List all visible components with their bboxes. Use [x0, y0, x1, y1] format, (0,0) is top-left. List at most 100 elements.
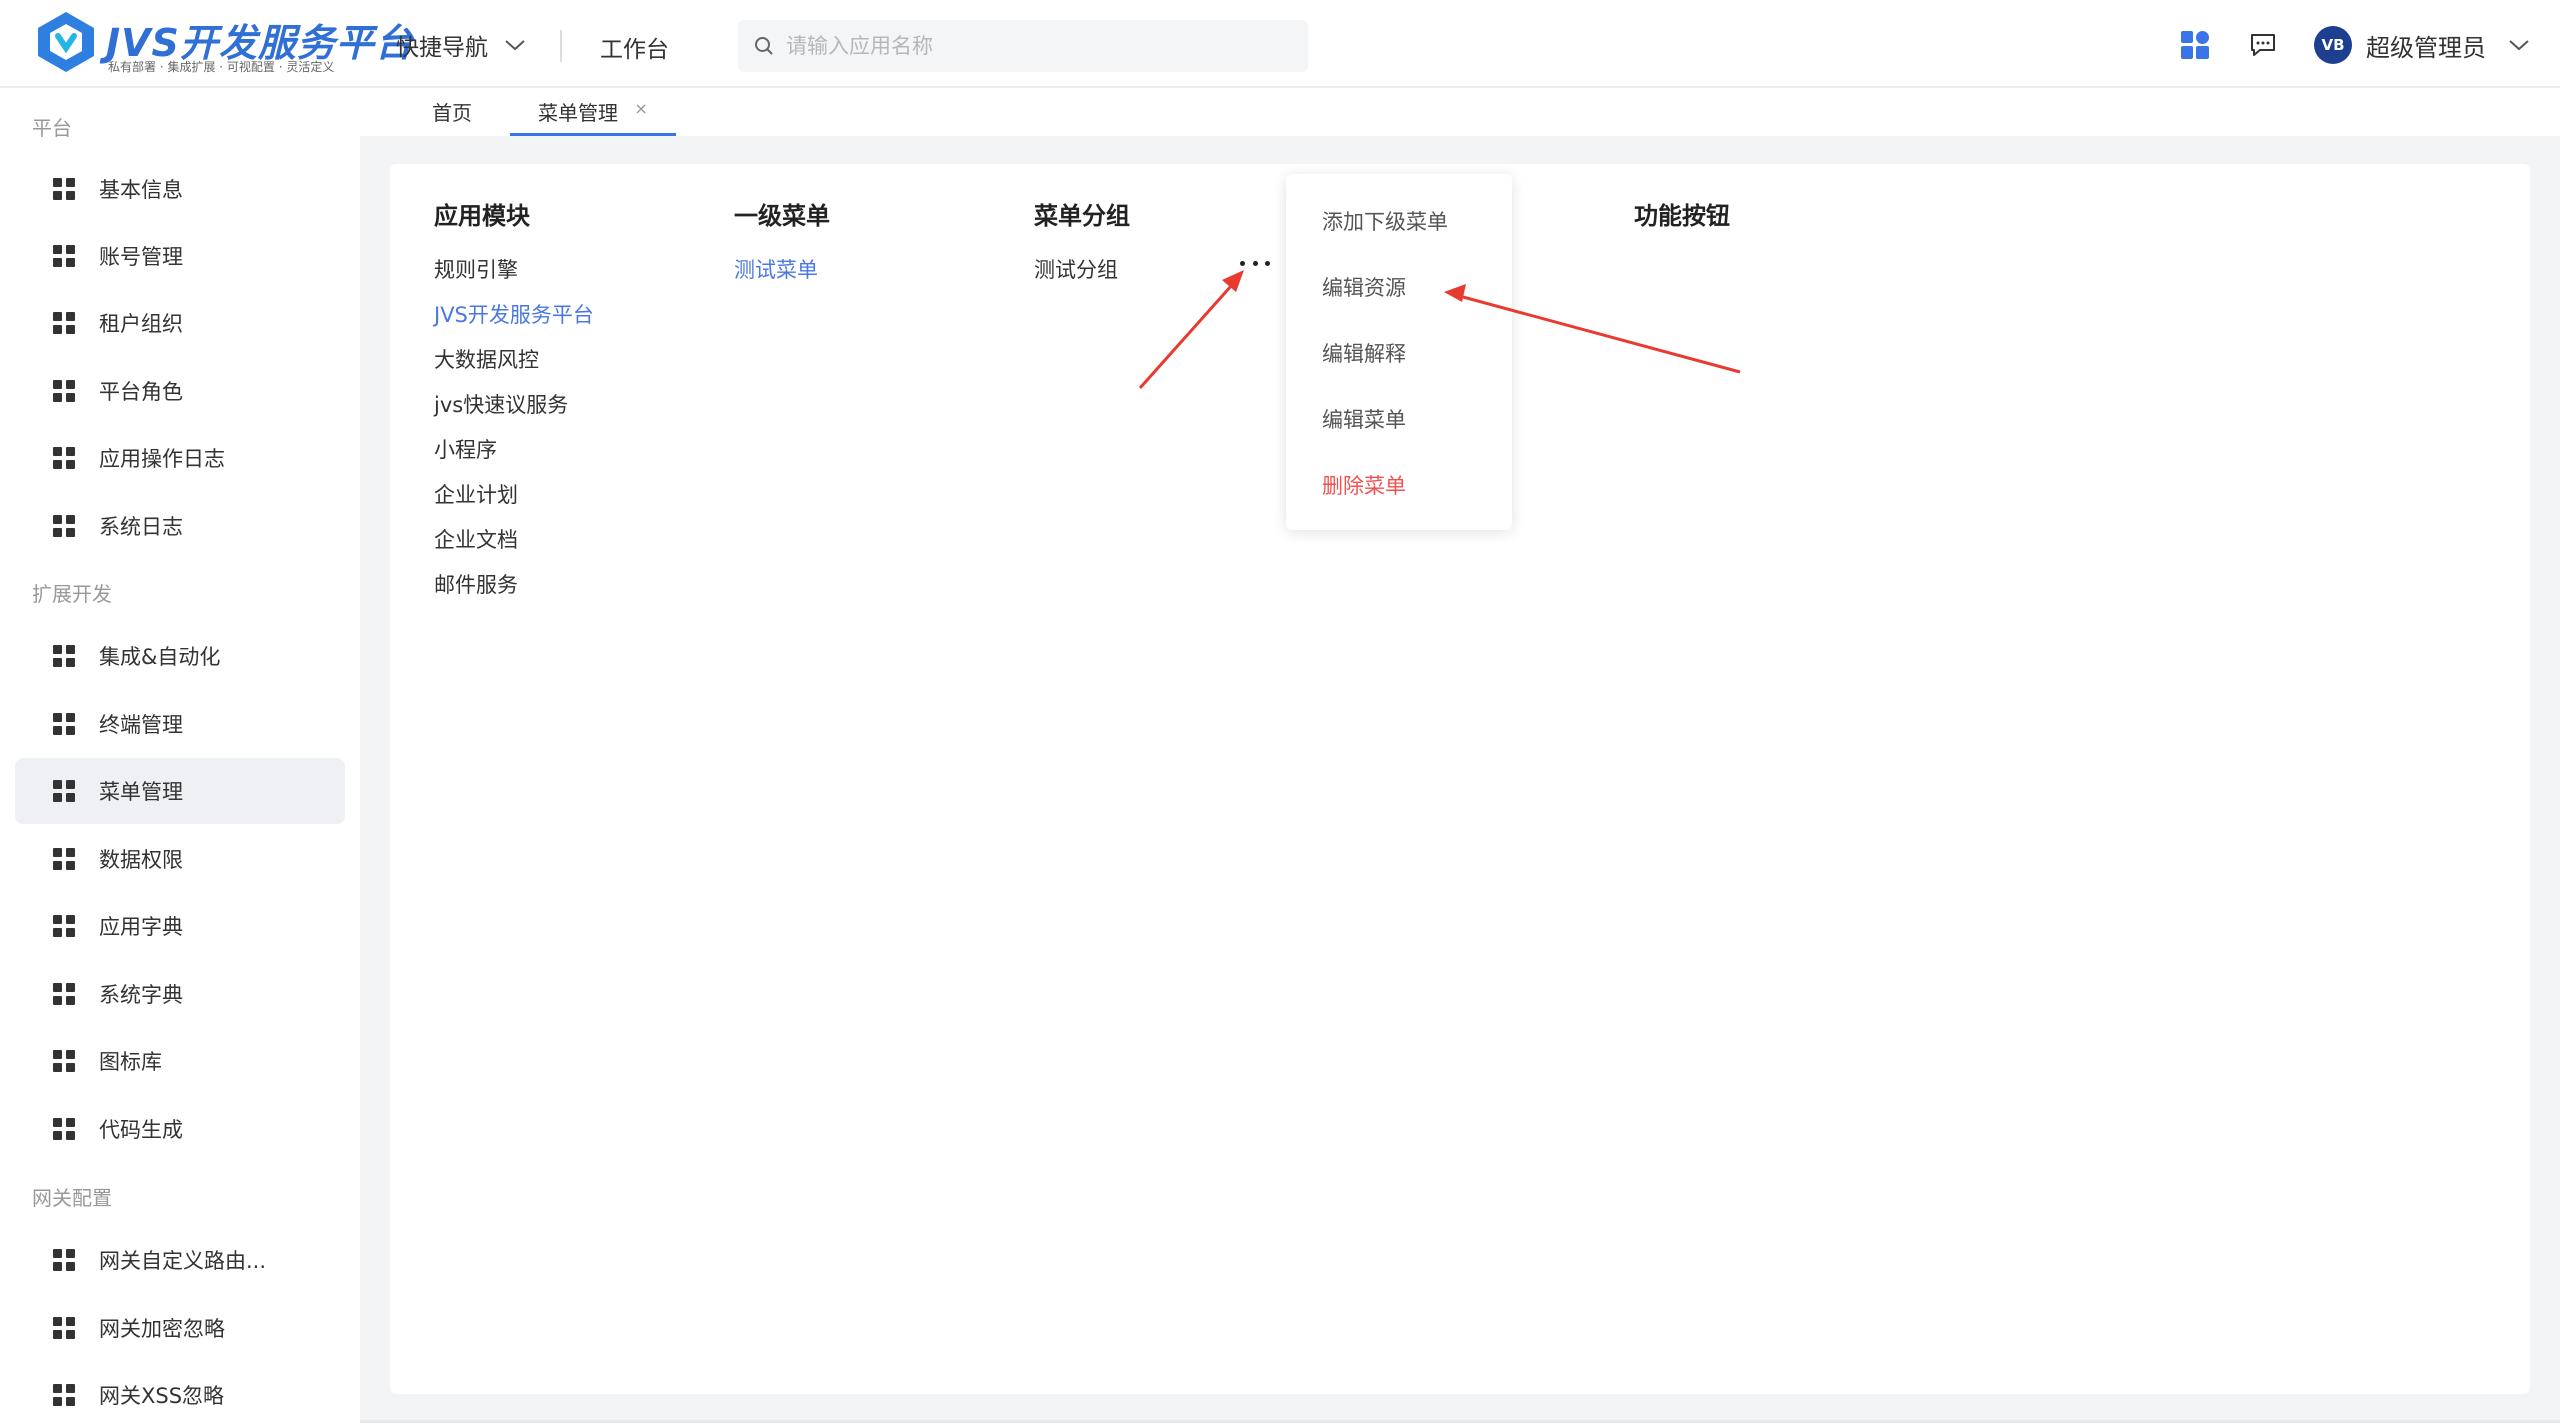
grid-icon [53, 915, 75, 937]
grid-icon [53, 312, 75, 334]
tab-label: 首页 [432, 101, 472, 125]
more-options-icon[interactable] [1240, 254, 1270, 272]
column-header-menu-group: 菜单分组 [1034, 202, 1130, 230]
menu-item-edit-resource[interactable]: 编辑资源 [1322, 272, 1406, 302]
app-module-item[interactable]: 邮件服务 [434, 569, 518, 599]
quick-nav-label: 快捷导航 [396, 35, 488, 61]
grid-icon [53, 780, 75, 802]
grid-icon [53, 178, 75, 200]
sidebar-item-code-generation[interactable]: 代码生成 [15, 1096, 345, 1162]
sidebar-item-label: 终端管理 [99, 713, 183, 737]
grid-icon [53, 515, 75, 537]
logo[interactable]: JVS开发服务平台 私有部署 · 集成扩展 · 可视配置 · 灵活定义 [36, 10, 413, 76]
sidebar-item-label: 网关自定义路由... [99, 1249, 267, 1273]
app-module-item[interactable]: 企业文档 [434, 524, 518, 554]
sidebar-item-roles[interactable]: 平台角色 [15, 358, 345, 424]
chevron-down-icon[interactable] [2508, 38, 2530, 52]
sidebar-item-label: 应用字典 [99, 915, 183, 939]
sidebar-item-label: 网关XSS忽略 [99, 1384, 225, 1408]
app-module-item[interactable]: 企业计划 [434, 479, 518, 509]
logo-icon [38, 12, 94, 72]
menu-item-add-submenu[interactable]: 添加下级菜单 [1322, 206, 1448, 236]
grid-icon [53, 447, 75, 469]
sidebar-item-data-permissions[interactable]: 数据权限 [15, 826, 345, 892]
app-search-box[interactable] [738, 20, 1308, 72]
grid-icon [53, 1249, 75, 1271]
menu-item-edit-menu[interactable]: 编辑菜单 [1322, 404, 1406, 434]
username[interactable]: 超级管理员 [2366, 28, 2486, 63]
level1-menu-item-selected[interactable]: 测试菜单 [734, 254, 818, 284]
grid-icon [53, 713, 75, 735]
sidebar-item-label: 集成&自动化 [99, 645, 221, 669]
column-header-app-module: 应用模块 [434, 202, 530, 230]
app-search-input[interactable] [786, 34, 1286, 58]
apps-icon[interactable] [2178, 28, 2212, 62]
sidebar-item-label: 代码生成 [99, 1118, 183, 1142]
app-module-item[interactable]: 小程序 [434, 434, 497, 464]
close-icon[interactable]: × [634, 99, 647, 118]
tab-menu-management[interactable]: 菜单管理 × [510, 96, 676, 136]
grid-icon [53, 245, 75, 267]
sidebar-item-integration[interactable]: 集成&自动化 [15, 623, 345, 689]
top-header: JVS开发服务平台 私有部署 · 集成扩展 · 可视配置 · 灵活定义 快捷导航… [0, 0, 2560, 88]
grid-icon [53, 1317, 75, 1339]
sidebar-item-label: 系统日志 [99, 515, 183, 539]
grid-icon [53, 983, 75, 1005]
menu-item-delete-menu[interactable]: 删除菜单 [1322, 470, 1406, 500]
tabs-bar: 首页 菜单管理 × [360, 90, 2560, 136]
grid-icon [53, 1050, 75, 1072]
sidebar-item-label: 应用操作日志 [99, 447, 225, 471]
header-right: VB 超级管理员 [2178, 20, 2530, 70]
sidebar-item-gateway-encryption-ignore[interactable]: 网关加密忽略 [15, 1295, 345, 1361]
sidebar-item-menu-management[interactable]: 菜单管理 [15, 758, 345, 824]
chevron-down-icon [505, 40, 525, 51]
message-icon[interactable] [2246, 28, 2280, 62]
menu-group-item[interactable]: 测试分组 [1034, 254, 1118, 284]
sidebar-item-label: 租户组织 [99, 312, 183, 336]
search-icon [755, 37, 773, 55]
sidebar-item-icon-library[interactable]: 图标库 [15, 1028, 345, 1094]
sidebar-group-extension: 扩展开发 [32, 582, 112, 606]
sidebar-item-basic-info[interactable]: 基本信息 [15, 156, 345, 222]
app-module-item[interactable]: 大数据风控 [434, 344, 539, 374]
avatar[interactable]: VB [2314, 26, 2352, 64]
sidebar-item-label: 平台角色 [99, 380, 183, 404]
sidebar-group-gateway: 网关配置 [32, 1186, 112, 1210]
grid-icon [53, 380, 75, 402]
sidebar-item-system-dictionary[interactable]: 系统字典 [15, 961, 345, 1027]
sidebar-item-terminals[interactable]: 终端管理 [15, 691, 345, 757]
sidebar-item-label: 网关加密忽略 [99, 1317, 225, 1341]
grid-icon [53, 645, 75, 667]
quick-nav-dropdown[interactable]: 快捷导航 [396, 28, 526, 62]
app-module-item[interactable]: 规则引擎 [434, 254, 518, 284]
sidebar-item-label: 数据权限 [99, 848, 183, 872]
sidebar-item-tenants[interactable]: 租户组织 [15, 290, 345, 356]
sidebar: 平台 基本信息 账号管理 租户组织 平台角色 应用操作日志 系统日志 扩展开发 … [0, 90, 360, 1423]
sidebar-item-app-logs[interactable]: 应用操作日志 [15, 425, 345, 491]
sidebar-item-label: 菜单管理 [99, 780, 183, 804]
sidebar-item-app-dictionary[interactable]: 应用字典 [15, 893, 345, 959]
sidebar-item-gateway-routes[interactable]: 网关自定义路由... [15, 1227, 345, 1293]
sidebar-item-label: 系统字典 [99, 983, 183, 1007]
sidebar-item-label: 图标库 [99, 1050, 162, 1074]
grid-icon [53, 848, 75, 870]
sidebar-group-platform: 平台 [32, 116, 72, 140]
logo-subtitle: 私有部署 · 集成扩展 · 可视配置 · 灵活定义 [108, 60, 335, 74]
nav-divider [560, 30, 562, 62]
workbench-link[interactable]: 工作台 [600, 30, 669, 64]
app-module-item-selected[interactable]: JVS开发服务平台 [434, 299, 594, 329]
sidebar-item-label: 账号管理 [99, 245, 183, 269]
menu-item-edit-description[interactable]: 编辑解释 [1322, 338, 1406, 368]
sidebar-item-accounts[interactable]: 账号管理 [15, 223, 345, 289]
column-header-function-buttons: 功能按钮 [1634, 202, 1730, 230]
column-header-level1-menu: 一级菜单 [734, 202, 830, 230]
tab-home[interactable]: 首页 [432, 96, 472, 136]
sidebar-item-system-logs[interactable]: 系统日志 [15, 493, 345, 559]
sidebar-item-gateway-xss-ignore[interactable]: 网关XSS忽略 [15, 1362, 345, 1428]
tab-label: 菜单管理 [538, 101, 618, 125]
grid-icon [53, 1118, 75, 1140]
grid-icon [53, 1384, 75, 1406]
context-menu: 添加下级菜单 编辑资源 编辑解释 编辑菜单 删除菜单 [1286, 174, 1512, 530]
app-module-item[interactable]: jvs快速议服务 [434, 389, 568, 419]
sidebar-item-label: 基本信息 [99, 178, 183, 202]
